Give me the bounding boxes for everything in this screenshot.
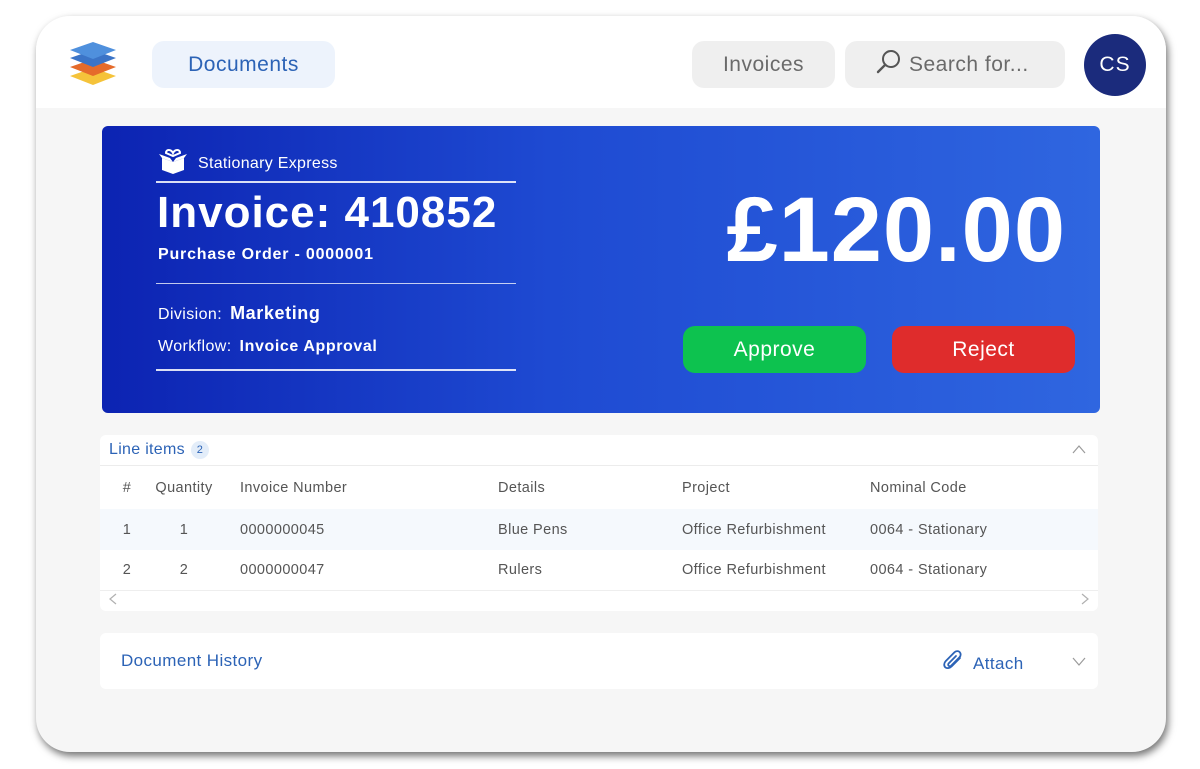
chevron-right-icon[interactable] [1080,592,1090,605]
chevron-down-icon[interactable] [1072,654,1086,668]
documents-nav-label: Documents [188,52,299,76]
supplier: Stationary Express [158,148,338,179]
invoice-summary-card: Stationary Express Invoice: 410852 Purch… [102,126,1100,413]
cell-invoice-number: 0000000047 [240,562,325,578]
column-header-quantity[interactable]: Quantity [152,467,216,509]
invoices-nav-button[interactable]: Invoices [692,41,835,88]
column-header-invoice-number[interactable]: Invoice Number [240,467,347,509]
table-header-row: # Quantity Invoice Number Details Projec… [100,467,1098,509]
column-header-number[interactable]: # [120,467,134,509]
paperclip-icon [942,649,973,678]
chevron-left-icon[interactable] [108,592,118,605]
column-header-nominal-code[interactable]: Nominal Code [870,467,967,509]
documents-nav-button[interactable]: Documents [152,41,335,88]
top-bar: Documents Invoices Search for... CS [36,16,1166,108]
search-icon [875,48,909,82]
line-items-header[interactable]: Line items 2 [100,435,1098,466]
cell-project: Office Refurbishment [682,562,826,578]
column-header-details[interactable]: Details [498,467,545,509]
line-items-count-badge: 2 [190,441,209,459]
divider [156,369,516,371]
cell-nominal-code: 0064 - Stationary [870,521,988,538]
cell-details: Rulers [498,562,543,578]
divider [156,283,516,284]
line-items-title-text: Line items [109,441,185,458]
avatar[interactable]: CS [1084,34,1146,96]
attach-label: Attach [973,653,1024,673]
app-window: Documents Invoices Search for... CS Stat… [36,16,1166,752]
cell-invoice-number: 0000000045 [240,521,325,538]
cell-quantity: 1 [179,521,189,538]
division-row: Division: Marketing [158,303,320,324]
workflow-row: Workflow: Invoice Approval [158,338,377,356]
column-header-project[interactable]: Project [682,467,730,509]
line-items-panel: Line items 2 # Quantity Invoice Number D… [100,435,1098,611]
cell-nominal-code: 0064 - Stationary [870,562,988,578]
avatar-initials: CS [1099,53,1131,76]
cell-project: Office Refurbishment [682,521,826,538]
cell-details: Blue Pens [498,521,568,538]
attach-button[interactable]: Attach [942,649,1024,678]
cell-number: 2 [122,562,132,578]
workflow-value: Invoice Approval [239,338,378,355]
search-input[interactable]: Search for... [845,41,1065,88]
division-label: Division: [158,306,223,323]
chevron-up-icon[interactable] [1072,443,1086,457]
division-value: Marketing [230,303,321,323]
stacked-layers-icon[interactable] [68,38,118,90]
divider [156,181,516,183]
open-box-icon [158,148,198,179]
approve-button[interactable]: Approve [683,326,866,373]
line-items-title: Line items 2 [109,441,209,459]
cell-quantity: 2 [179,562,189,578]
reject-button[interactable]: Reject [892,326,1075,373]
table-row[interactable]: 1 1 0000000045 Blue Pens Office Refurbis… [100,509,1098,550]
purchase-order: Purchase Order - 0000001 [158,246,374,263]
invoice-title: Invoice: 410852 [157,188,498,237]
document-history-title: Document History [121,651,263,670]
supplier-name: Stationary Express [198,154,338,172]
table-row[interactable]: 2 2 0000000047 Rulers Office Refurbishme… [100,550,1098,591]
workflow-label: Workflow: [158,338,232,355]
document-history-panel[interactable]: Document History Attach [100,633,1098,689]
search-placeholder: Search for... [909,52,1029,76]
cell-number: 1 [122,521,132,538]
invoice-amount: £120.00 [726,179,1066,281]
invoices-nav-label: Invoices [722,52,805,76]
